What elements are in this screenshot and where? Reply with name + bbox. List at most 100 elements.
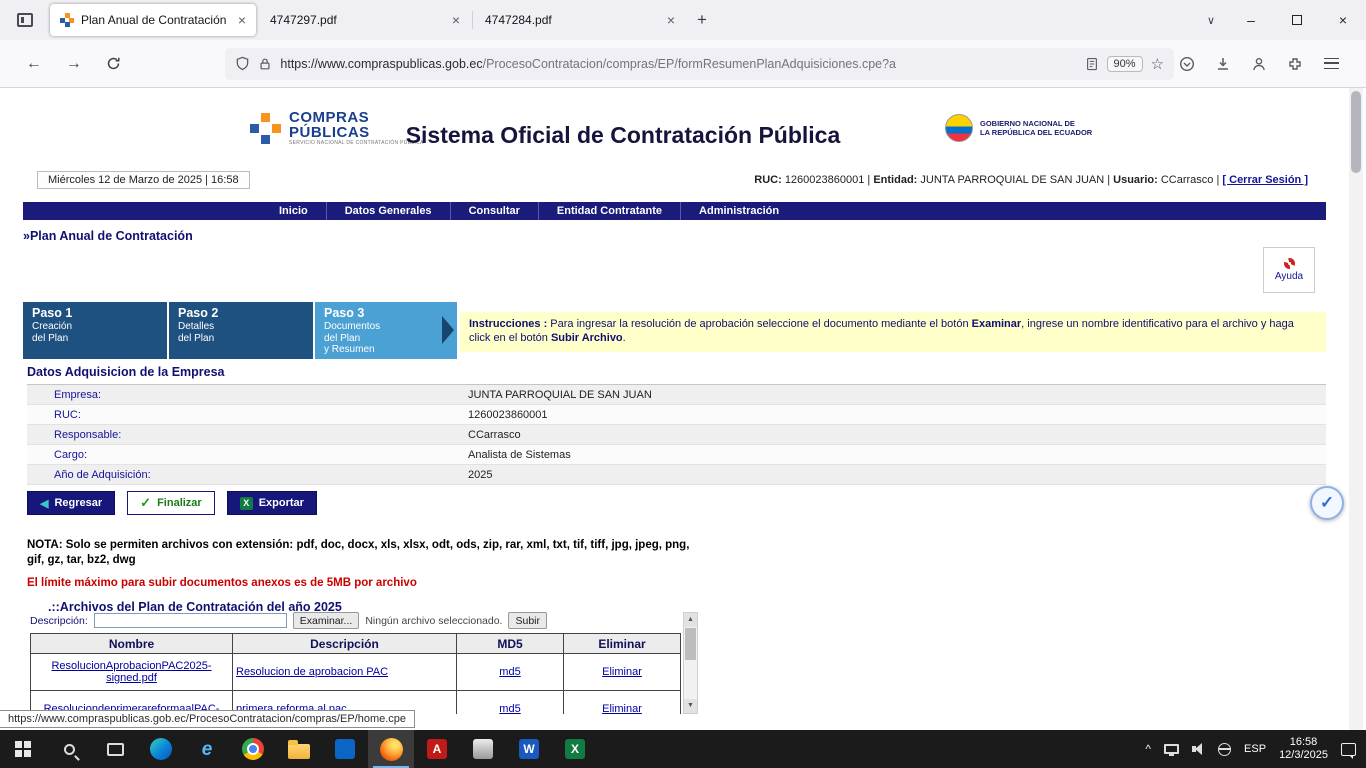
taskbar-edge[interactable] [138, 730, 184, 768]
taskbar-search-button[interactable] [46, 730, 92, 768]
screen: Plan Anual de Contratación × 4747297.pdf… [0, 0, 1366, 768]
tab-pdf-1[interactable]: 4747297.pdf × [260, 4, 470, 36]
tracking-shield-icon[interactable] [235, 56, 250, 71]
extensions-icon[interactable] [1282, 51, 1308, 77]
tab-close-icon[interactable]: × [667, 13, 675, 27]
file-row: ResolucionAprobacionPAC2025-signed.pdf R… [31, 654, 681, 691]
step-1: Paso 1 Creación del Plan [23, 302, 167, 359]
page-scrollbar[interactable] [1349, 88, 1363, 730]
tab-plan-anual[interactable]: Plan Anual de Contratación × [50, 4, 256, 36]
regresar-button[interactable]: ◀ Regresar [27, 491, 115, 515]
reload-button[interactable] [96, 48, 132, 80]
downloads-icon[interactable] [1210, 51, 1236, 77]
file-description-link[interactable]: Resolucion de aprobacion PAC [236, 666, 388, 678]
firefox-icon [380, 738, 403, 761]
nota-text: NOTA: Solo se permiten archivos con exte… [27, 538, 703, 568]
md5-link[interactable]: md5 [499, 666, 520, 678]
list-all-tabs-icon[interactable]: ∨ [1194, 14, 1228, 27]
search-icon [64, 744, 75, 755]
action-center-icon[interactable] [1341, 743, 1356, 756]
display-tray-icon[interactable] [1164, 744, 1179, 754]
nav-item-consultar[interactable]: Consultar [450, 202, 538, 220]
taskbar-excel[interactable]: X [552, 730, 598, 768]
descripcion-input[interactable] [94, 613, 287, 628]
reader-mode-icon[interactable] [1085, 57, 1099, 71]
examinar-button[interactable]: Examinar... [293, 612, 360, 629]
nav-item-entidad-contratante[interactable]: Entidad Contratante [538, 202, 680, 220]
browser-nav-bar: ← → https://www.compraspublicas.gob.ec/P… [0, 40, 1366, 88]
tab-title: 4747297.pdf [270, 13, 444, 27]
subir-button[interactable]: Subir [508, 612, 547, 629]
table-row: RUC: 1260023860001 [27, 405, 1326, 425]
system-tray: ^ ESP 16:58 12/3/2025 [1145, 730, 1366, 768]
files-table: Nombre Descripción MD5 Eliminar Resoluci… [30, 633, 681, 714]
menu-icon[interactable] [1318, 51, 1344, 77]
taskbar-acrobat[interactable]: A [414, 730, 460, 768]
taskbar-app-blue[interactable] [322, 730, 368, 768]
taskbar-firefox-active[interactable] [368, 730, 414, 768]
zoom-level-chip[interactable]: 90% [1107, 56, 1143, 72]
lock-icon[interactable] [258, 57, 272, 71]
step-3-active: Paso 3 Documentos del Plan y Resumen [315, 302, 457, 359]
help-lifebuoy-icon [1284, 258, 1295, 269]
inner-scrollbar[interactable]: ▲ ▼ [683, 612, 698, 714]
volume-icon[interactable] [1192, 743, 1205, 755]
ayuda-button[interactable]: Ayuda [1263, 247, 1315, 293]
new-tab-button[interactable]: + [685, 10, 719, 30]
taskbar-clock[interactable]: 16:58 12/3/2025 [1279, 736, 1328, 762]
forward-button[interactable]: → [56, 48, 92, 80]
table-row: Empresa: JUNTA PARROQUIAL DE SAN JUAN [27, 385, 1326, 405]
limite-warning: El límite máximo para subir documentos a… [27, 577, 417, 589]
windows-logo-icon [15, 741, 31, 757]
taskbar-app-gray[interactable] [460, 730, 506, 768]
taskbar-file-explorer[interactable] [276, 730, 322, 768]
taskbar-ie[interactable]: e [184, 730, 230, 768]
eliminar-link[interactable]: Eliminar [602, 666, 642, 678]
taskbar-word[interactable]: W [506, 730, 552, 768]
word-icon: W [519, 739, 539, 759]
close-window-button[interactable]: × [1320, 0, 1366, 40]
url-bar[interactable]: https://www.compraspublicas.gob.ec/Proce… [225, 48, 1174, 80]
start-button[interactable] [0, 730, 46, 768]
nav-item-administracion[interactable]: Administración [680, 202, 797, 220]
session-info: RUC: 1260023860001 | Entidad: JUNTA PARR… [754, 174, 1308, 186]
scroll-down-icon[interactable]: ▼ [684, 699, 697, 713]
cerrar-sesion-link[interactable]: [ Cerrar Sesión ] [1222, 174, 1308, 186]
task-view-button[interactable] [92, 730, 138, 768]
nav-item-datos-generales[interactable]: Datos Generales [326, 202, 450, 220]
bookmark-star-icon[interactable]: ☆ [1151, 55, 1164, 73]
page-scrollbar-thumb[interactable] [1351, 91, 1361, 173]
firefox-view-icon[interactable] [10, 5, 40, 35]
scrollbar-thumb[interactable] [685, 628, 696, 660]
language-indicator[interactable]: ESP [1244, 743, 1266, 755]
session-bar: Miércoles 12 de Marzo de 2025 | 16:58 RU… [37, 171, 1308, 189]
eliminar-link[interactable]: Eliminar [602, 703, 642, 714]
tab-close-icon[interactable]: × [238, 13, 246, 27]
file-name-link[interactable]: ResolucionAprobacionPAC2025-signed.pdf [51, 660, 211, 684]
gov-line2: LA REPÚBLICA DEL ECUADOR [980, 128, 1092, 137]
hidden-icons-chevron[interactable]: ^ [1145, 742, 1151, 756]
internet-explorer-icon: e [202, 740, 213, 759]
nav-item-inicio[interactable]: Inicio [261, 202, 326, 220]
md5-link[interactable]: md5 [499, 703, 520, 714]
account-icon[interactable] [1246, 51, 1272, 77]
blue-app-icon [335, 739, 355, 759]
network-icon[interactable] [1218, 743, 1231, 756]
scroll-up-icon[interactable]: ▲ [684, 613, 697, 627]
taskbar-chrome[interactable] [230, 730, 276, 768]
maximize-button[interactable] [1274, 0, 1320, 40]
tab-close-icon[interactable]: × [452, 13, 460, 27]
finalizar-button[interactable]: ✓ Finalizar [127, 491, 215, 515]
back-button[interactable]: ← [16, 48, 52, 80]
tab-pdf-2[interactable]: 4747284.pdf × [475, 4, 685, 36]
url-text[interactable]: https://www.compraspublicas.gob.ec/Proce… [280, 57, 1076, 71]
pocket-icon[interactable] [1174, 51, 1200, 77]
windows-taskbar: e A W X ^ ESP 16:58 12/3/2025 [0, 730, 1366, 768]
step-3-title: Paso 3 [324, 306, 448, 320]
floating-check-badge[interactable]: ✓ [1310, 486, 1344, 520]
edge-icon [150, 738, 172, 760]
action-buttons: ◀ Regresar ✓ Finalizar X Exportar [27, 491, 317, 515]
datos-section-title: Datos Adquisicion de la Empresa [27, 365, 225, 379]
minimize-button[interactable]: – [1228, 0, 1274, 40]
exportar-button[interactable]: X Exportar [227, 491, 317, 515]
